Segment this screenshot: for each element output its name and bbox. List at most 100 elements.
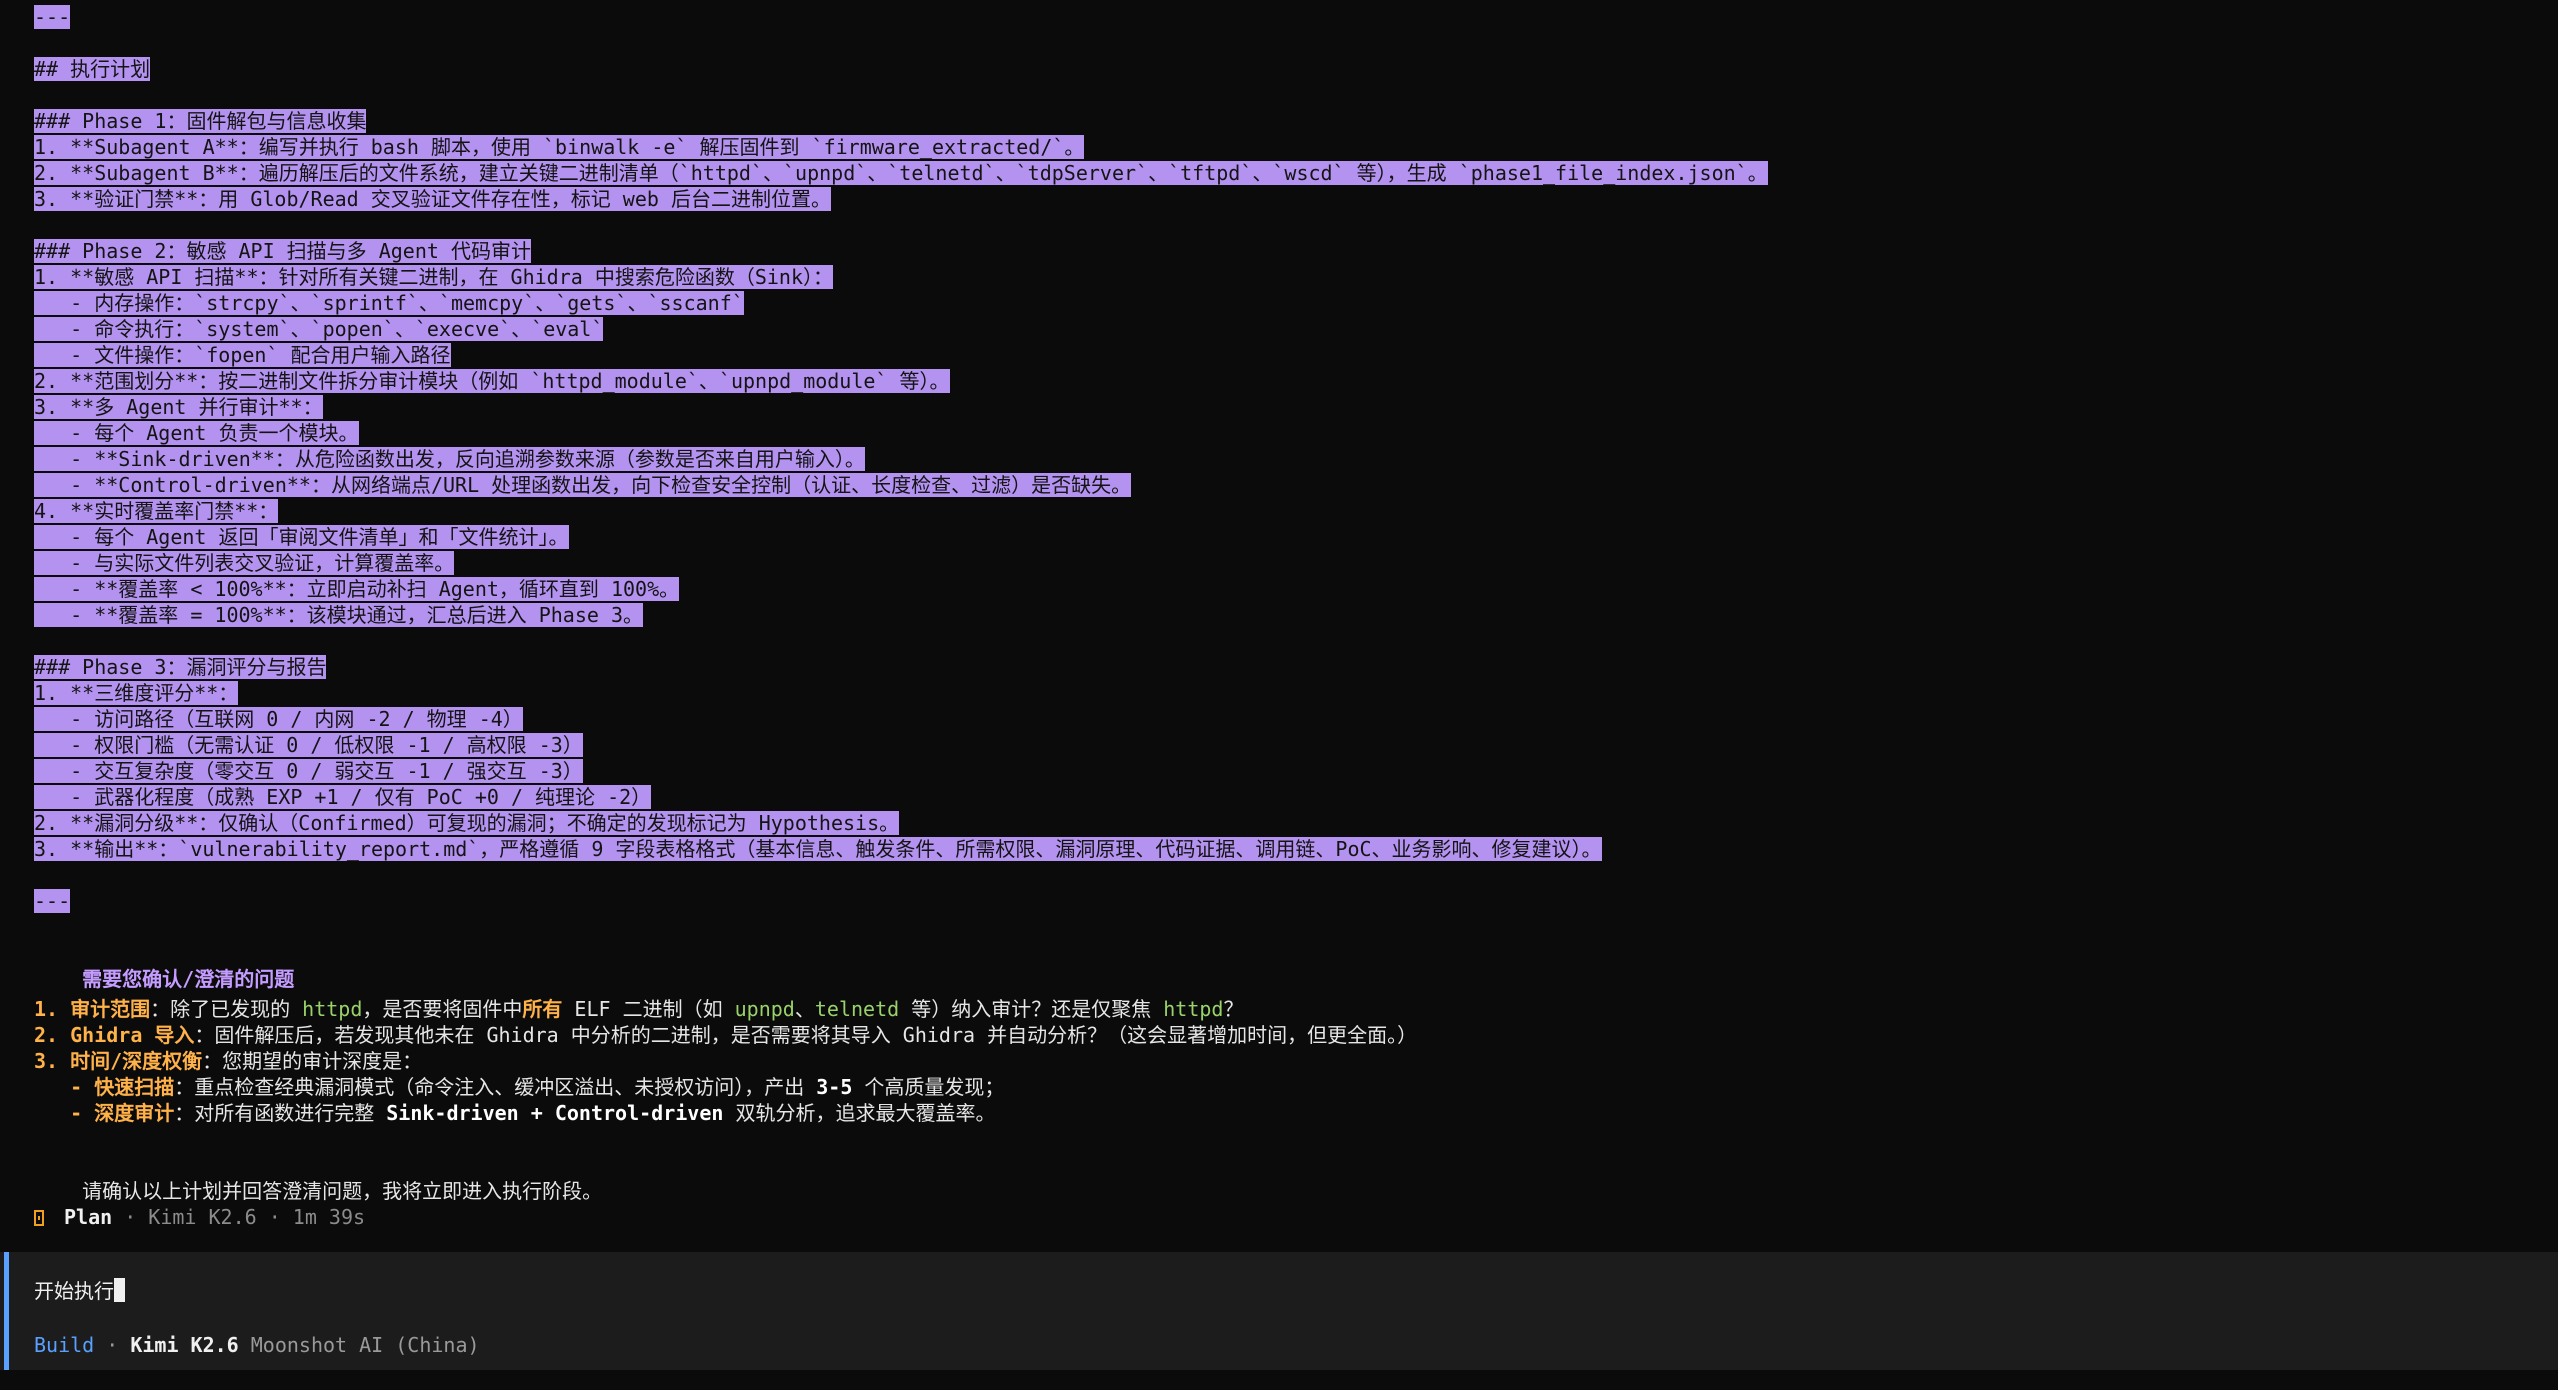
confirm-line: 请确认以上计划并回答澄清问题，我将立即进入执行阶段。 <box>34 1152 602 1203</box>
plan-line: 2. **漏洞分级**：仅确认（Confirmed）可复现的漏洞；不确定的发现标… <box>34 810 900 836</box>
plan-line: 3. **输出**：`vulnerability_report.md`，严格遵循… <box>34 836 1602 862</box>
q1-label: 审计范围 <box>70 997 151 1021</box>
terminal-output: --- ## 执行计划 ### Phase 1：固件解包与信息收集 1. **Suba… <box>0 0 2558 1250</box>
plan-line-text: - 与实际文件列表交叉验证，计算覆盖率。 <box>34 551 455 575</box>
plan-line-text: 1. **Subagent A**：编写并执行 bash 脚本，使用 `binw… <box>34 135 1085 159</box>
plan-line: 1. **敏感 API 扫描**：针对所有关键二进制，在 Ghidra 中搜索危… <box>34 264 833 290</box>
question-3-option-a: - 快速扫描：重点检查经典漏洞模式（命令注入、缓冲区溢出、未授权访问），产出 3… <box>34 1074 1004 1100</box>
questions-title: 需要您确认/澄清的问题 <box>82 967 295 991</box>
plan-line-text: --- <box>34 5 71 29</box>
plan-line: --- <box>34 888 71 914</box>
agent-mode[interactable]: Build <box>34 1333 94 1357</box>
plan-line: 3. **验证门禁**：用 Glob/Read 交叉验证文件存在性，标记 web… <box>34 186 831 212</box>
footer-provider: Moonshot AI (China) <box>238 1333 480 1357</box>
plan-line-text: - **Control-driven**：从网络端点/URL 处理函数出发，向下… <box>34 473 1132 497</box>
q1-httpd-2: httpd <box>1163 997 1224 1021</box>
question-2: 2. Ghidra 导入：固件解压后，若发现其他未在 Ghidra 中分析的二进… <box>34 1022 1417 1048</box>
plan-line: ## 执行计划 <box>34 56 151 82</box>
plan-line: ### Phase 3：漏洞评分与报告 <box>34 654 327 680</box>
plan-line: - 与实际文件列表交叉验证，计算覆盖率。 <box>34 550 455 576</box>
q1-upnpd: upnpd <box>734 997 795 1021</box>
plan-line: ### Phase 2：敏感 API 扫描与多 Agent 代码审计 <box>34 238 531 264</box>
plan-line: 2. **Subagent B**：遍历解压后的文件系统，建立关键二进制清单（`… <box>34 160 1768 186</box>
plan-line-text: ### Phase 1：固件解包与信息收集 <box>34 109 367 133</box>
plan-line-text: ## 执行计划 <box>34 57 151 81</box>
plan-line-text: 3. **验证门禁**：用 Glob/Read 交叉验证文件存在性，标记 web… <box>34 187 831 211</box>
plan-line-text: ### Phase 2：敏感 API 扫描与多 Agent 代码审计 <box>34 239 531 263</box>
q3b-text-1: ：对所有函数进行完整 <box>174 1101 387 1125</box>
plan-line: - **覆盖率 < 100%**：立即启动补扫 Agent，循环直到 100%。 <box>34 576 680 602</box>
q3a-label: 快速扫描 <box>94 1075 175 1099</box>
plan-line-text: - **覆盖率 < 100%**：立即启动补扫 Agent，循环直到 100%。 <box>34 577 680 601</box>
plan-line: - 武器化程度（成熟 EXP +1 / 仅有 PoC +0 / 纯理论 -2） <box>34 784 652 810</box>
plan-line-text: 3. **输出**：`vulnerability_report.md`，严格遵循… <box>34 837 1602 861</box>
q2-label: Ghidra 导入 <box>70 1023 195 1047</box>
plan-line-text: 3. **多 Agent 并行审计**： <box>34 395 323 419</box>
plan-line: 4. **实时覆盖率门禁**： <box>34 498 279 524</box>
plan-line: - 访问路径（互联网 0 / 内网 -2 / 物理 -4） <box>34 706 523 732</box>
q3-text: ：您期望的审计深度是： <box>202 1049 423 1073</box>
confirm-text: 请确认以上计划并回答澄清问题，我将立即进入执行阶段。 <box>82 1179 603 1203</box>
q3-number: 3. <box>34 1049 71 1073</box>
plan-line: - 文件操作：`fopen` 配合用户输入路径 <box>34 342 451 368</box>
q1-text-2: ，是否要将固件中 <box>362 997 523 1021</box>
plan-line: 3. **多 Agent 并行审计**： <box>34 394 323 420</box>
plan-line-text: - 每个 Agent 返回「审阅文件清单」和「文件统计」。 <box>34 525 569 549</box>
q1-httpd: httpd <box>302 997 363 1021</box>
footer-model[interactable]: Kimi K2.6 <box>130 1333 238 1357</box>
plan-line: - 交互复杂度（零交互 0 / 弱交互 -1 / 强交互 -3） <box>34 758 583 784</box>
q3b-label: 深度审计 <box>94 1101 175 1125</box>
status-line: Plan · Kimi K2.6 · 1m 39s <box>34 1204 365 1230</box>
q3b-prefix: - <box>34 1101 95 1125</box>
plan-line-text: - 权限门槛（无需认证 0 / 低权限 -1 / 高权限 -3） <box>34 733 583 757</box>
plan-line-text: 2. **范围划分**：按二进制文件拆分审计模块（例如 `httpd_modul… <box>34 369 950 393</box>
footer-sep: · <box>94 1333 131 1357</box>
plan-line-text: 2. **Subagent B**：遍历解压后的文件系统，建立关键二进制清单（`… <box>34 161 1768 185</box>
plan-line: - 每个 Agent 负责一个模块。 <box>34 420 359 446</box>
plan-line-text: --- <box>34 889 71 913</box>
plan-line-text: - 命令执行：`system`、`popen`、`execve`、`eval` <box>34 317 604 341</box>
text-cursor <box>114 1278 125 1302</box>
plan-line-text: 2. **漏洞分级**：仅确认（Confirmed）可复现的漏洞；不确定的发现标… <box>34 811 900 835</box>
plan-line: - 权限门槛（无需认证 0 / 低权限 -1 / 高权限 -3） <box>34 732 583 758</box>
prompt-input[interactable]: 开始执行 <box>34 1278 125 1304</box>
q1-sep: 、 <box>794 997 815 1021</box>
plan-line-text: - **Sink-driven**：从危险函数出发，反向追溯参数来源（参数是否来… <box>34 447 865 471</box>
plan-line-text: - 内存操作：`strcpy`、`sprintf`、`memcpy`、`gets… <box>34 291 744 315</box>
plan-line: 1. **三维度评分**： <box>34 680 239 706</box>
question-3-option-b: - 深度审计：对所有函数进行完整 Sink-driven + Control-d… <box>34 1100 995 1126</box>
plan-line-text: 1. **敏感 API 扫描**：针对所有关键二进制，在 Ghidra 中搜索危… <box>34 265 833 289</box>
q3b-mode: Sink-driven + Control-driven <box>386 1101 724 1125</box>
input-accent-bar <box>4 1252 9 1370</box>
plan-line-text: - **覆盖率 = 100%**：该模块通过，汇总后进入 Phase 3。 <box>34 603 643 627</box>
plan-line: 1. **Subagent A**：编写并执行 bash 脚本，使用 `binw… <box>34 134 1085 160</box>
status-duration: 1m 39s <box>292 1205 366 1229</box>
plan-line-text: - 访问路径（互联网 0 / 内网 -2 / 物理 -4） <box>34 707 523 731</box>
plan-line-text: - 每个 Agent 负责一个模块。 <box>34 421 359 445</box>
plan-line-text: - 文件操作：`fopen` 配合用户输入路径 <box>34 343 451 367</box>
plan-line-text: 4. **实时覆盖率门禁**： <box>34 499 279 523</box>
q3a-text-1: ：重点检查经典漏洞模式（命令注入、缓冲区溢出、未授权访问），产出 <box>174 1075 817 1099</box>
plan-line: - 每个 Agent 返回「审阅文件清单」和「文件统计」。 <box>34 524 569 550</box>
plan-line: 2. **范围划分**：按二进制文件拆分审计模块（例如 `httpd_modul… <box>34 368 950 394</box>
q1-all: 所有 <box>522 997 563 1021</box>
plan-line: - **覆盖率 = 100%**：该模块通过，汇总后进入 Phase 3。 <box>34 602 643 628</box>
questions-title-line: 需要您确认/澄清的问题 <box>34 940 294 991</box>
plan-line: --- <box>34 4 71 30</box>
plan-line: - 命令执行：`system`、`popen`、`execve`、`eval` <box>34 316 604 342</box>
status-model: Kimi K2.6 <box>148 1205 257 1229</box>
q2-number: 2. <box>34 1023 71 1047</box>
q3a-prefix: - <box>34 1075 95 1099</box>
q3a-text-2: 个高质量发现； <box>852 1075 1005 1099</box>
q3-label: 时间/深度权衡 <box>70 1049 203 1073</box>
q3a-count: 3-5 <box>816 1075 853 1099</box>
question-1: 1. 审计范围：除了已发现的 httpd，是否要将固件中所有 ELF 二进制（如… <box>34 996 1243 1022</box>
prompt-input-value: 开始执行 <box>34 1279 114 1303</box>
prompt-input-area[interactable]: 开始执行 Build · Kimi K2.6 Moonshot AI (Chin… <box>0 1252 2558 1370</box>
plan-line-text: 1. **三维度评分**： <box>34 681 239 705</box>
plan-line: - **Control-driven**：从网络端点/URL 处理函数出发，向下… <box>34 472 1132 498</box>
q3b-text-2: 双轨分析，追求最大覆盖率。 <box>723 1101 996 1125</box>
plan-line-text: - 武器化程度（成熟 EXP +1 / 仅有 PoC +0 / 纯理论 -2） <box>34 785 652 809</box>
q2-text: ：固件解压后，若发现其他未在 Ghidra 中分析的二进制，是否需要将其导入 G… <box>194 1023 1418 1047</box>
q1-telnetd: telnetd <box>814 997 900 1021</box>
